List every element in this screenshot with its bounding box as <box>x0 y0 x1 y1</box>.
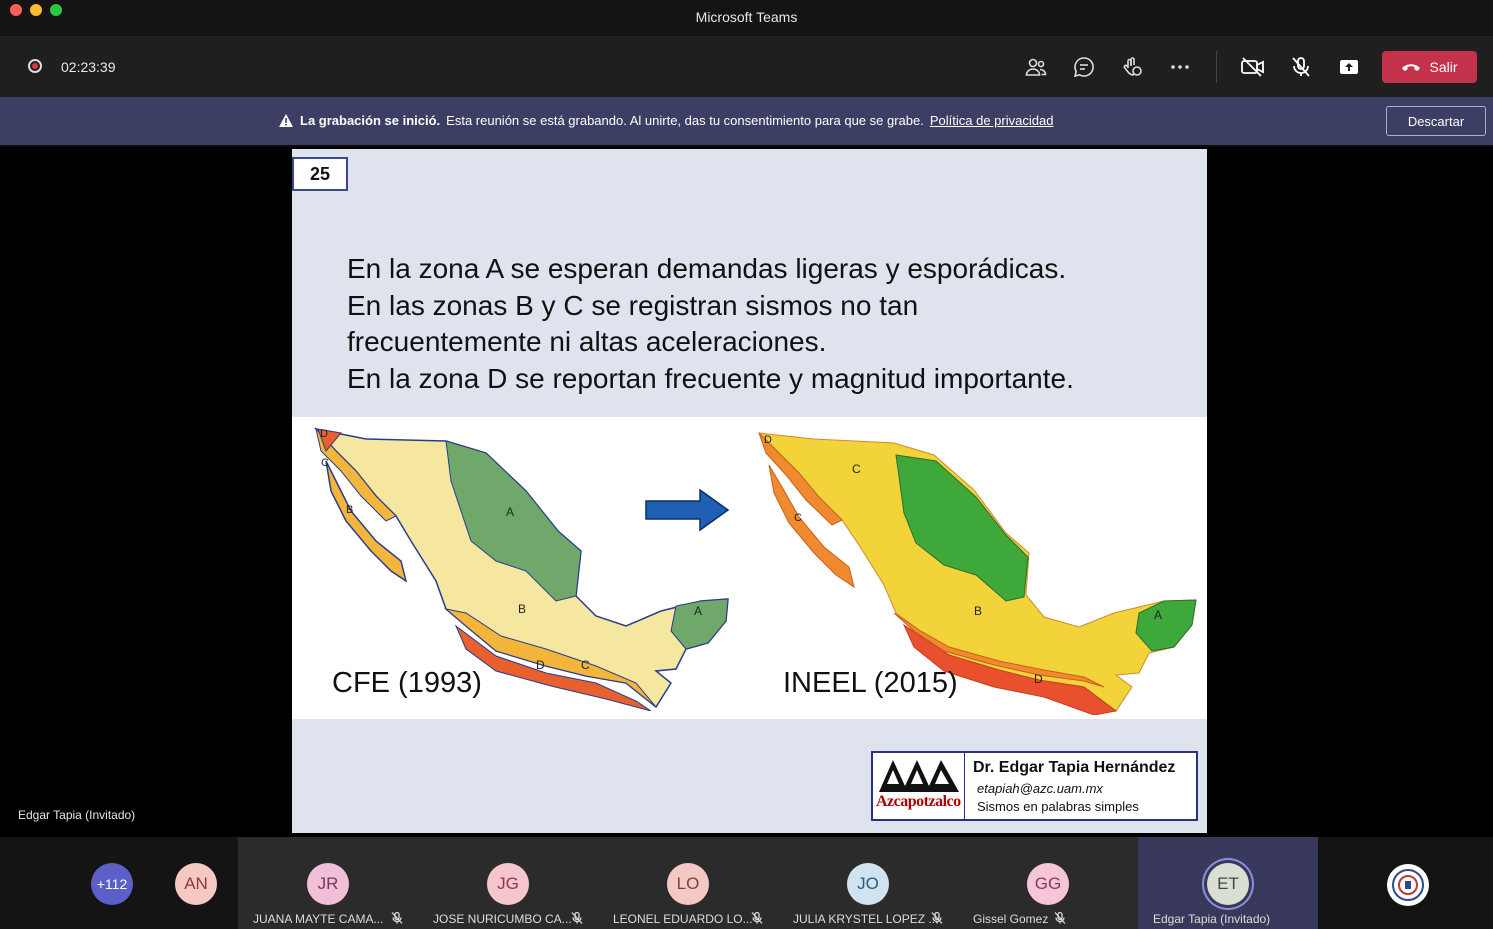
more-participants-button[interactable]: +112 <box>91 863 133 905</box>
svg-text:C: C <box>852 462 861 476</box>
participant-tile-active[interactable]: ET Edgar Tapia (Invitado) <box>1138 837 1318 929</box>
participant-name: JUANA MAYTE CAMA... <box>253 912 384 926</box>
share-icon <box>1340 60 1358 74</box>
svg-text:A: A <box>1154 608 1162 622</box>
participant-tile[interactable]: LO LEONEL EDUARDO LO... <box>598 837 778 929</box>
uam-logo <box>877 756 961 794</box>
avatar: LO <box>667 863 709 905</box>
avatar[interactable]: AN <box>175 863 217 905</box>
credit-divider <box>964 753 965 819</box>
participant-tile[interactable]: JG JOSE NURICUMBO CA... <box>418 837 598 929</box>
svg-text:B: B <box>518 602 526 616</box>
meeting-timer: 02:23:39 <box>61 59 116 75</box>
window-title: Microsoft Teams <box>695 9 798 25</box>
avatar: ET <box>1207 863 1249 905</box>
mic-off-icon <box>751 911 763 924</box>
svg-text:B: B <box>346 504 353 516</box>
mic-toggle-button[interactable] <box>1287 53 1315 81</box>
author-email: etapiah@azc.uam.mx <box>977 781 1103 796</box>
mic-off-icon <box>391 911 403 924</box>
presentation-slide: 25 En la zona A se esperan demandas lige… <box>292 149 1207 833</box>
recording-started-text: La grabación se inició. <box>300 113 441 128</box>
slide-body-text: En la zona A se esperan demandas ligeras… <box>347 251 1187 397</box>
svg-text:C: C <box>794 512 802 524</box>
presenter-name: Edgar Tapia (Invitado) <box>18 808 136 822</box>
author-credit-box: Azcapotzalco Dr. Edgar Tapia Hernández e… <box>871 751 1198 821</box>
more-icon <box>1171 65 1189 69</box>
reactions-icon <box>1123 57 1142 76</box>
phone-hangup-icon <box>1402 64 1421 71</box>
participant-tile[interactable]: GG Gissel Gomez <box>958 837 1138 929</box>
participant-gallery: +112 AN JR JUANA MAYTE CAMA... JG JOSE N… <box>0 837 1493 929</box>
window-titlebar: Microsoft Teams <box>0 0 1493 37</box>
participant-name: Gissel Gomez <box>973 912 1049 926</box>
more-options-button[interactable] <box>1166 53 1194 81</box>
institution-logo <box>1387 864 1429 906</box>
toolbar-divider <box>1216 51 1217 83</box>
leave-button[interactable]: Salir <box>1382 51 1477 83</box>
slide-line: En las zonas B y C se registran sismos n… <box>347 289 919 321</box>
mic-off-icon <box>1054 911 1066 924</box>
svg-text:A: A <box>694 604 702 618</box>
cfe-map-label: CFE (1993) <box>332 667 482 699</box>
recording-consent-text: Esta reunión se está grabando. Al unirte… <box>446 113 924 128</box>
participant-name: Edgar Tapia (Invitado) <box>1153 912 1271 926</box>
svg-text:D: D <box>320 428 328 440</box>
svg-text:C: C <box>581 658 590 672</box>
svg-text:D: D <box>764 434 772 446</box>
slide-number: 25 <box>292 157 348 191</box>
mic-off-icon <box>931 911 943 924</box>
camera-toggle-button[interactable] <box>1239 53 1267 81</box>
privacy-policy-link[interactable]: Política de privacidad <box>930 113 1054 128</box>
participant-name: JULIA KRYSTEL LOPEZ ... <box>793 912 939 926</box>
participant-name: LEONEL EDUARDO LO... <box>613 912 753 926</box>
recording-banner: La grabación se inició. Esta reunión se … <box>0 97 1493 145</box>
participant-tile[interactable]: JO JULIA KRYSTEL LOPEZ ... <box>778 837 958 929</box>
arrow-icon <box>645 488 730 532</box>
slide-line: En la zona D se reportan frecuente y mag… <box>347 362 1074 394</box>
seismic-maps-panel: A A B B C C D D D C C B A D CFE (1993) I… <box>292 417 1207 719</box>
participants-icon <box>1025 58 1047 76</box>
avatar: JO <box>847 863 889 905</box>
svg-text:A: A <box>506 505 514 519</box>
slide-line: En la zona A se esperan demandas ligeras… <box>347 253 1067 284</box>
warning-icon <box>279 114 293 127</box>
leave-button-label: Salir <box>1429 59 1458 75</box>
svg-text:D: D <box>1034 672 1043 686</box>
author-name: Dr. Edgar Tapia Hernández <box>973 759 1176 776</box>
recording-indicator-icon <box>28 59 42 73</box>
svg-text:D: D <box>536 658 545 672</box>
participant-tile[interactable]: JR JUANA MAYTE CAMA... <box>238 837 418 929</box>
chat-icon <box>1073 57 1094 78</box>
avatar: GG <box>1027 863 1069 905</box>
avatar: JR <box>307 863 349 905</box>
mic-off-icon <box>571 911 583 924</box>
mic-off-icon <box>1292 57 1310 77</box>
svg-text:B: B <box>974 604 982 618</box>
avatar: JG <box>487 863 529 905</box>
participants-button[interactable] <box>1022 53 1050 81</box>
author-tagline: Sismos en palabras simples <box>977 799 1139 814</box>
camera-off-icon <box>1241 57 1264 77</box>
recording-banner-message: La grabación se inició. Esta reunión se … <box>278 113 1053 128</box>
ineel-map-label: INEEL (2015) <box>783 667 958 699</box>
participant-name: JOSE NURICUMBO CA... <box>433 912 572 926</box>
reactions-button[interactable] <box>1118 53 1146 81</box>
meeting-toolbar: 02:23:39 Salir <box>0 37 1493 97</box>
svg-text:C: C <box>321 457 329 469</box>
dismiss-button[interactable]: Descartar <box>1386 106 1486 136</box>
chat-button[interactable] <box>1070 53 1098 81</box>
logo-wordmark: Azcapotzalco <box>876 793 961 810</box>
slide-line: frecuentemente ni altas aceleraciones. <box>347 326 827 357</box>
share-screen-button[interactable] <box>1335 53 1363 81</box>
